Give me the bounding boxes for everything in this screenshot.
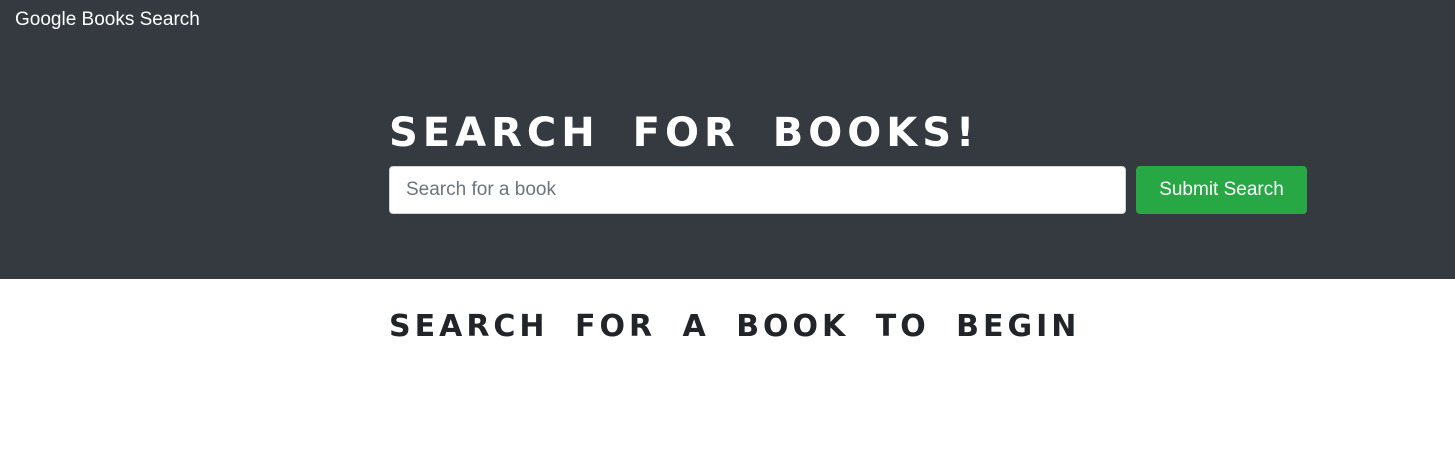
page-title: Search for Books!: [389, 110, 980, 156]
search-form: Submit Search: [389, 166, 1307, 214]
hero-content: Search for Books! Submit Search: [389, 110, 1307, 214]
search-input[interactable]: [389, 166, 1126, 214]
submit-search-button[interactable]: Submit Search: [1136, 166, 1307, 214]
results-section: Search for a book to begin: [389, 307, 1080, 347]
hero-section: Google Books Search Search for Books! Su…: [0, 0, 1455, 279]
results-heading: Search for a book to begin: [389, 309, 1081, 344]
navbar-brand-link[interactable]: Google Books Search: [15, 8, 200, 32]
